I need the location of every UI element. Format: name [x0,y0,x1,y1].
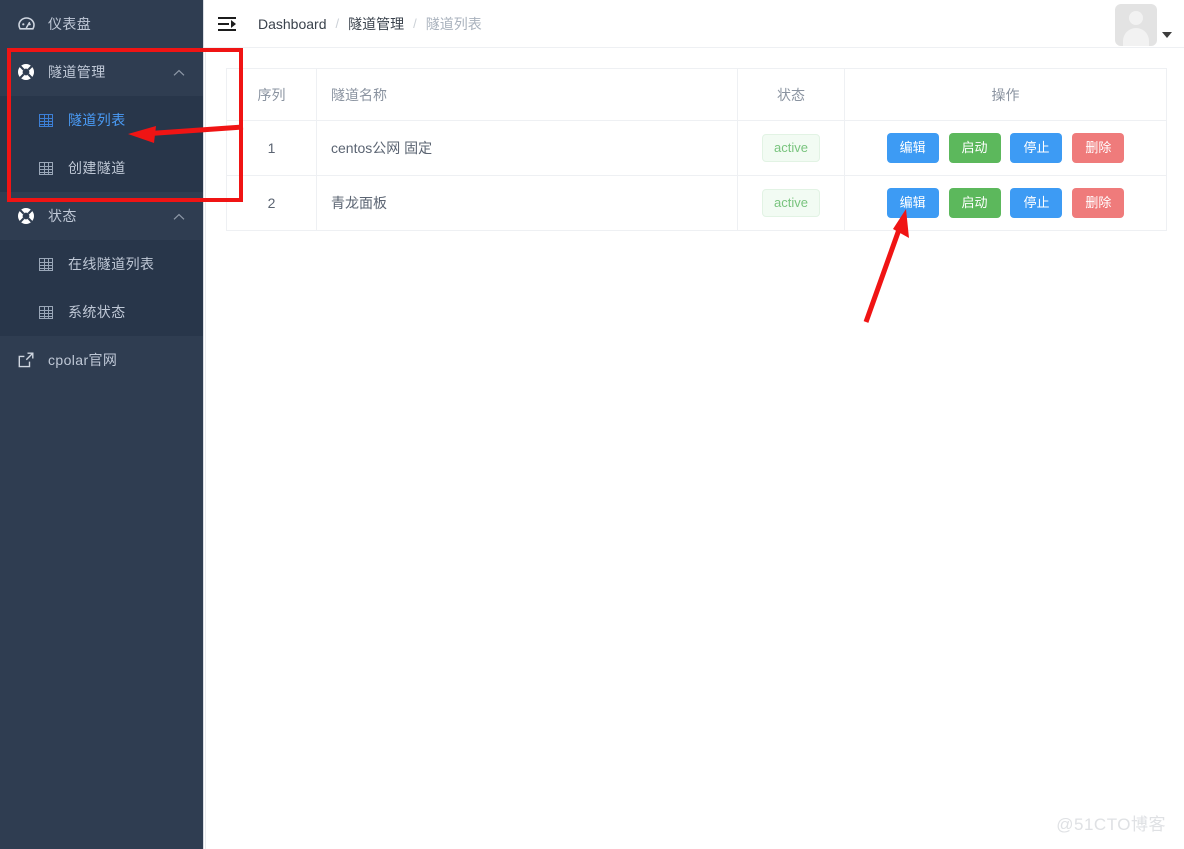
edit-button[interactable]: 编辑 [886,188,939,218]
sidebar-item-dashboard[interactable]: 仪表盘 [0,0,203,48]
table-head: 序列 隧道名称 状态 操作 [226,68,1167,121]
sidebar-item-label: 系统状态 [68,304,126,320]
start-button[interactable]: 启动 [948,133,1001,163]
breadcrumb: Dashboard / 隧道管理 / 隧道列表 [258,14,482,34]
cell-actions: 编辑 启动 停止 删除 [844,120,1167,176]
sidebar-item-label: 仪表盘 [48,16,92,32]
watermark: @51CTO博客 [1056,815,1166,834]
sidebar-item-label: 状态 [48,208,77,224]
sidebar-item-label: 在线隧道列表 [68,256,155,272]
sidebar-item-label: cpolar官网 [48,352,118,368]
cell-actions: 编辑 启动 停止 删除 [844,175,1167,231]
cell-seq: 2 [226,175,317,231]
menu-fold-icon[interactable] [218,16,236,32]
sidebar-subgroup-tunnel: 隧道列表 创建隧道 [0,96,203,192]
column-header-status: 状态 [737,68,845,121]
main-content: 序列 隧道名称 状态 操作 1 centos公网 固定 active 编辑 启动… [205,48,1184,849]
status-badge: active [762,189,820,217]
edit-button[interactable]: 编辑 [886,133,939,163]
cell-name: centos公网 固定 [316,120,738,176]
sidebar-item-label: 创建隧道 [68,160,126,176]
sidebar-item-label: 隧道列表 [68,112,126,128]
table-icon [36,254,56,274]
stop-button[interactable]: 停止 [1010,188,1063,218]
cell-status: active [737,175,845,231]
column-header-action: 操作 [844,68,1167,121]
stop-button[interactable]: 停止 [1010,133,1063,163]
external-link-icon [16,350,36,370]
sidebar-item-create-tunnel[interactable]: 创建隧道 [0,144,203,192]
cell-status: active [737,120,845,176]
cell-seq: 1 [226,120,317,176]
lifebuoy-icon [16,206,36,226]
delete-button[interactable]: 删除 [1072,188,1125,218]
sidebar: 仪表盘 隧道管理 隧道列表 创建隧道 状态 在线隧道列表 系统状态 cpolar… [0,0,204,849]
table-row: 2 青龙面板 active 编辑 启动 停止 删除 [226,175,1167,231]
avatar[interactable] [1115,4,1157,46]
table-row: 1 centos公网 固定 active 编辑 启动 停止 删除 [226,120,1167,176]
chevron-up-icon [173,64,185,80]
sidebar-item-tunnel-list[interactable]: 隧道列表 [0,96,203,144]
sidebar-item-system-status[interactable]: 系统状态 [0,288,203,336]
table-header-row: 序列 隧道名称 状态 操作 [226,68,1167,121]
breadcrumb-item-tunnel-management[interactable]: 隧道管理 [348,14,404,34]
lifebuoy-icon [16,62,36,82]
sidebar-item-status[interactable]: 状态 [0,192,203,240]
breadcrumb-item-dashboard[interactable]: Dashboard [258,16,327,32]
sidebar-item-cpolar-website[interactable]: cpolar官网 [0,336,203,384]
delete-button[interactable]: 删除 [1072,133,1125,163]
cell-name: 青龙面板 [316,175,738,231]
sidebar-item-online-tunnel-list[interactable]: 在线隧道列表 [0,240,203,288]
table-icon [36,158,56,178]
dashboard-icon [16,14,36,34]
sidebar-item-label: 隧道管理 [48,64,106,80]
sidebar-item-tunnel-management[interactable]: 隧道管理 [0,48,203,96]
breadcrumb-separator: / [335,16,340,31]
breadcrumb-item-tunnel-list: 隧道列表 [425,15,482,32]
chevron-up-icon [173,208,185,224]
column-header-name: 隧道名称 [316,68,738,121]
caret-down-icon[interactable] [1162,32,1172,38]
tunnel-table: 序列 隧道名称 状态 操作 1 centos公网 固定 active 编辑 启动… [226,68,1167,231]
top-header: Dashboard / 隧道管理 / 隧道列表 [204,0,1184,48]
breadcrumb-separator: / [413,16,417,31]
start-button[interactable]: 启动 [948,188,1001,218]
table-icon [36,302,56,322]
user-menu[interactable] [1115,4,1172,46]
app-root: 仪表盘 隧道管理 隧道列表 创建隧道 状态 在线隧道列表 系统状态 cpolar… [0,0,1184,849]
table-body: 1 centos公网 固定 active 编辑 启动 停止 删除 2 青龙面板 … [226,120,1167,231]
column-header-seq: 序列 [226,68,317,121]
table-icon [36,110,56,130]
status-badge: active [762,134,820,162]
sidebar-subgroup-status: 在线隧道列表 系统状态 [0,240,203,336]
tunnel-table-container: 序列 隧道名称 状态 操作 1 centos公网 固定 active 编辑 启动… [226,68,1167,231]
